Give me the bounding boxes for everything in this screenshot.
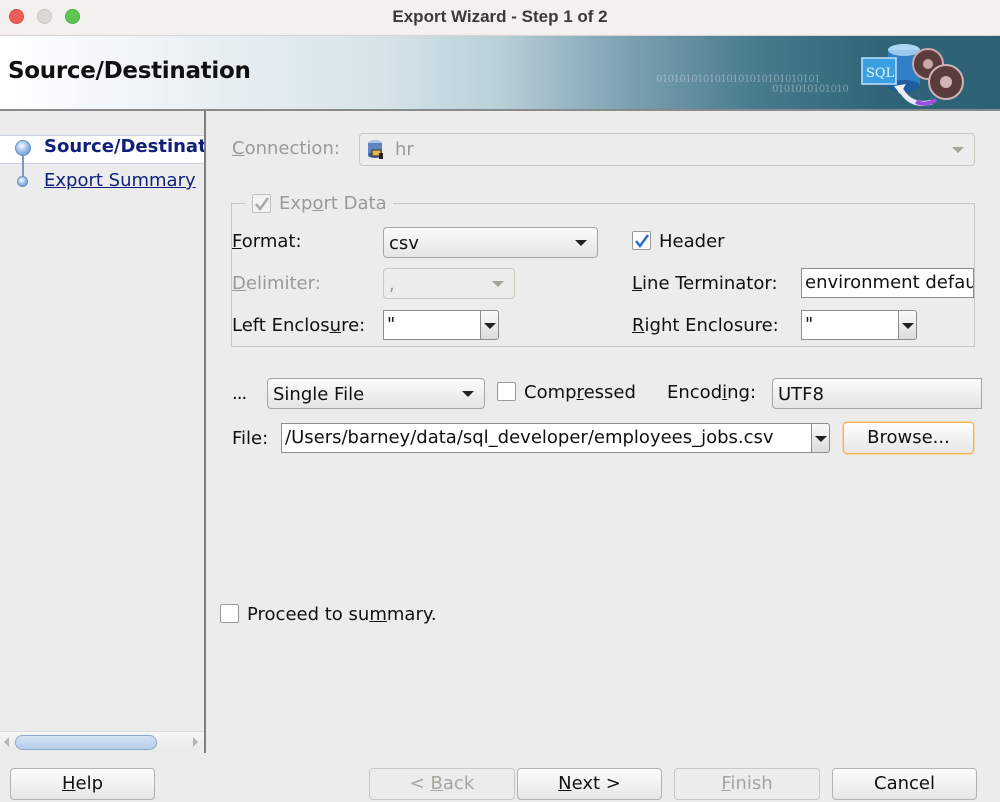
left-enclosure-label: Left Enclosure: (232, 315, 366, 336)
checkmark-icon (255, 197, 270, 212)
nav-item-source-destination[interactable]: Source/Destination (44, 136, 204, 157)
next-button[interactable]: Next > (517, 768, 662, 800)
format-value: csv (389, 233, 419, 254)
window-title: Export Wizard - Step 1 of 2 (392, 7, 608, 26)
scrollbar-thumb[interactable] (15, 735, 157, 750)
encoding-select[interactable]: UTF8 (772, 378, 982, 409)
file-label: File: (232, 428, 269, 449)
title-bar: Export Wizard - Step 1 of 2 (0, 0, 1000, 36)
scroll-left-arrow-icon[interactable] (4, 737, 9, 747)
banner-binary-decoration-2: 0101010101010 (772, 84, 849, 95)
chevron-down-icon (815, 436, 827, 442)
nav-item-export-summary[interactable]: Export Summary (44, 170, 204, 191)
svg-text:SQL: SQL (866, 66, 895, 81)
left-enclosure-input[interactable]: " (383, 310, 481, 340)
wizard-banner: Source/Destination 010101010101010101010… (0, 36, 1000, 111)
format-label: Format: (232, 231, 302, 252)
wizard-steps-panel: Source/Destination Export Summary (0, 111, 206, 753)
sql-export-icon: SQL (861, 44, 964, 106)
line-terminator-label: Line Terminator: (632, 273, 778, 294)
delimiter-select[interactable]: , (383, 268, 515, 299)
save-as-value: Single File (273, 384, 365, 405)
chevron-down-icon (462, 391, 474, 397)
line-terminator-input[interactable]: environment default (801, 268, 974, 298)
finish-button[interactable]: Finish (674, 768, 820, 800)
browse-button[interactable]: Browse... (843, 422, 974, 454)
file-path-input[interactable]: /Users/barney/data/sql_developer/employe… (281, 423, 812, 453)
chevron-down-icon (492, 281, 504, 287)
encoding-value: UTF8 (778, 384, 824, 405)
delimiter-value: , (389, 274, 395, 295)
proceed-to-summary-label: Proceed to summary. (247, 604, 437, 625)
cancel-button[interactable]: Cancel (832, 768, 977, 800)
nav-horizontal-scrollbar[interactable] (0, 731, 204, 751)
chevron-down-icon (952, 147, 964, 153)
scroll-right-arrow-icon[interactable] (193, 737, 198, 747)
chevron-down-icon (902, 323, 914, 329)
step-current-indicator-icon (15, 140, 31, 156)
help-button[interactable]: Help (10, 768, 155, 800)
delimiter-label: Delimiter: (232, 273, 321, 294)
export-data-label: Export Data (279, 193, 387, 214)
compressed-label: Compressed (524, 382, 636, 403)
right-enclosure-dropdown-button[interactable] (898, 310, 917, 340)
right-enclosure-label: Right Enclosure: (632, 315, 779, 336)
export-data-checkbox[interactable] (252, 194, 271, 213)
database-connection-icon (368, 140, 383, 159)
chevron-down-icon (575, 240, 587, 246)
step-indicator-icon (17, 176, 28, 187)
connection-value: hr (395, 139, 414, 160)
connection-label: Connection: (232, 138, 340, 159)
export-data-legend: Export Data (245, 191, 393, 217)
proceed-to-summary-checkbox[interactable] (220, 604, 239, 623)
left-enclosure-dropdown-button[interactable] (480, 310, 499, 340)
save-as-select[interactable]: Single File (267, 378, 485, 409)
format-select[interactable]: csv (383, 227, 598, 258)
checkmark-icon (635, 234, 650, 249)
chevron-down-icon (484, 323, 496, 329)
header-checkbox[interactable] (632, 231, 651, 250)
compressed-checkbox[interactable] (497, 382, 516, 401)
step-title: Source/Destination (8, 58, 251, 84)
header-label: Header (659, 231, 725, 252)
encoding-label: Encoding: (667, 382, 757, 403)
save-as-label: ... (232, 383, 247, 404)
right-enclosure-input[interactable]: " (801, 310, 899, 340)
back-button[interactable]: < Back (369, 768, 515, 800)
file-history-dropdown-button[interactable] (811, 423, 830, 453)
connection-select[interactable]: hr (359, 133, 975, 166)
